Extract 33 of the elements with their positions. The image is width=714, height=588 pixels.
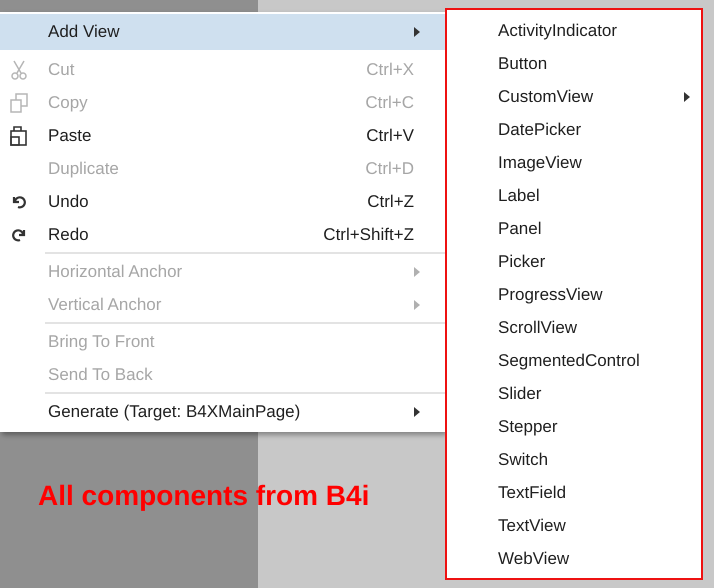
submenu-item[interactable]: TextView — [447, 509, 701, 542]
menu-item[interactable]: Redo Ctrl+Shift+Z — [0, 218, 445, 251]
submenu-item[interactable]: CustomView — [447, 80, 701, 113]
submenu-arrow-icon — [414, 27, 420, 37]
menu-item[interactable]: Generate (Target: B4XMainPage) — [0, 395, 445, 428]
submenu-item[interactable]: WebView — [447, 542, 701, 575]
submenu-item[interactable]: Picker — [447, 245, 701, 278]
annotation-caption: All components from B4i — [38, 480, 370, 512]
submenu-item[interactable]: DatePicker — [447, 113, 701, 146]
menu-item[interactable]: Undo Ctrl+Z — [0, 185, 445, 218]
submenu-item[interactable]: ProgressView — [447, 278, 701, 311]
submenu-arrow-icon — [414, 266, 420, 276]
submenu-arrow-icon — [684, 92, 690, 102]
submenu-arrow-icon — [414, 300, 420, 310]
menu-item[interactable]: Paste Ctrl+V — [0, 119, 445, 152]
undo-icon — [12, 194, 26, 208]
submenu-item[interactable]: Label — [447, 179, 701, 212]
clipboard-icon — [9, 126, 29, 146]
copy-icon — [10, 92, 28, 112]
submenu-item[interactable]: TextField — [447, 476, 701, 509]
submenu-arrow-icon — [414, 406, 420, 416]
submenu-item[interactable]: Slider — [447, 377, 701, 410]
submenu-item[interactable]: Panel — [447, 212, 701, 245]
submenu-item[interactable]: ImageView — [447, 146, 701, 179]
submenu-item[interactable]: Stepper — [447, 410, 701, 443]
redo-icon — [12, 228, 26, 242]
submenu-item[interactable]: ActivityIndicator — [447, 14, 701, 47]
submenu-item[interactable]: Button — [447, 47, 701, 80]
scissors-icon — [10, 60, 28, 80]
submenu-item[interactable]: SegmentedControl — [447, 344, 701, 377]
submenu-item[interactable]: ScrollView — [447, 311, 701, 344]
menu-item[interactable]: Add View — [0, 14, 445, 50]
submenu-item[interactable]: Switch — [447, 443, 701, 476]
